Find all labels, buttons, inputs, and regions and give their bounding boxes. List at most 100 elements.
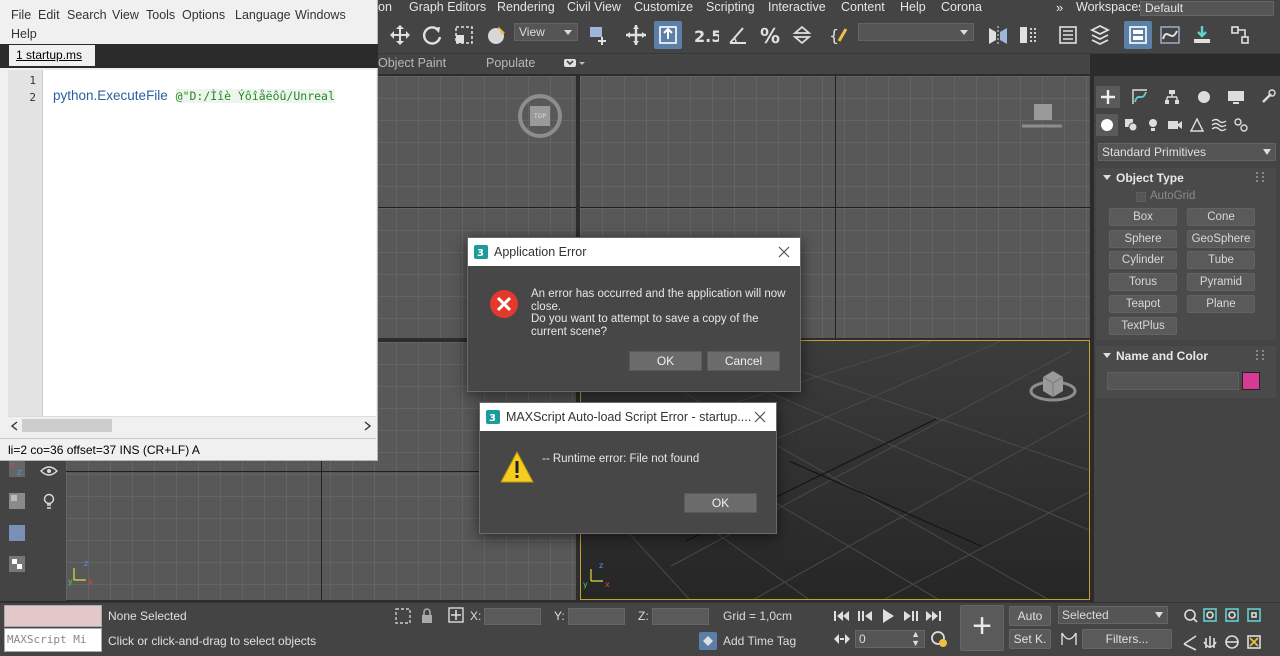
pan-view-icon[interactable] xyxy=(1203,636,1217,648)
percent-snap-icon[interactable]: % xyxy=(756,21,784,49)
maxscript-listener-mini-output[interactable] xyxy=(4,605,102,627)
keyboard-shortcut-override-icon[interactable] xyxy=(654,21,682,49)
zoom-extents-all-icon[interactable] xyxy=(1247,608,1261,622)
field-of-view-icon[interactable] xyxy=(1183,635,1197,651)
x-coordinate-field[interactable] xyxy=(484,608,541,625)
tab-startup-ms[interactable]: 1 startup.ms xyxy=(9,45,95,66)
close-icon[interactable] xyxy=(774,242,794,262)
maximize-viewport-icon[interactable] xyxy=(1247,635,1261,649)
curve-editor-icon[interactable] xyxy=(1156,21,1184,49)
spinner-snap-icon[interactable] xyxy=(788,21,816,49)
pyramid-button[interactable]: Pyramid xyxy=(1187,273,1255,291)
xyz-icon[interactable]: XZ xyxy=(9,461,25,477)
rollout-grip-icon[interactable] xyxy=(1256,172,1264,182)
scroll-left-icon[interactable] xyxy=(10,421,18,431)
lightbulb-icon[interactable] xyxy=(42,493,56,511)
editor-menu-tools[interactable]: Tools xyxy=(146,8,175,22)
create-tab-icon[interactable] xyxy=(1096,86,1120,108)
rollout-grip-icon[interactable] xyxy=(1256,350,1264,360)
ok-button[interactable]: OK xyxy=(684,493,757,513)
horizontal-scrollbar[interactable] xyxy=(8,416,376,434)
object-name-field[interactable] xyxy=(1107,372,1239,390)
move-icon[interactable] xyxy=(386,21,414,49)
time-tag-icon[interactable] xyxy=(698,631,718,651)
scene-explorer-icon[interactable] xyxy=(1054,21,1082,49)
angle-snap-icon[interactable] xyxy=(724,21,752,49)
reference-coordinate-dropdown[interactable]: View xyxy=(514,23,578,41)
object-color-swatch[interactable] xyxy=(1242,372,1260,390)
zoom-icon[interactable] xyxy=(1184,609,1198,623)
box-button[interactable]: Box xyxy=(1109,208,1177,226)
absolute-mode-icon[interactable] xyxy=(448,607,464,623)
viewcube-perspective[interactable] xyxy=(1029,361,1079,405)
viewcube-top[interactable]: TOP xyxy=(514,90,566,142)
menu-item-content[interactable]: Content xyxy=(841,0,885,18)
select-place-icon[interactable] xyxy=(482,21,510,49)
geosphere-button[interactable]: GeoSphere xyxy=(1187,230,1255,248)
editor-menu-windows[interactable]: Windows xyxy=(295,8,346,22)
add-time-tag-link[interactable]: Add Time Tag xyxy=(723,634,796,648)
go-to-end-icon[interactable] xyxy=(926,611,941,621)
viewcube-front[interactable] xyxy=(1022,100,1062,130)
selection-lock-icon[interactable] xyxy=(420,607,434,625)
schematic-view-icon[interactable] xyxy=(1188,21,1216,49)
name-and-color-rollout-title[interactable]: Name and Color xyxy=(1096,346,1276,366)
cone-button[interactable]: Cone xyxy=(1187,208,1255,226)
eye-icon[interactable] xyxy=(40,465,58,477)
auto-key-button[interactable]: Auto xyxy=(1009,606,1051,626)
cameras-icon[interactable] xyxy=(1164,114,1186,136)
material-editor-icon[interactable] xyxy=(1226,21,1254,49)
z-coordinate-field[interactable] xyxy=(652,608,709,625)
modify-tab-icon[interactable] xyxy=(1128,86,1152,108)
teapot-button[interactable]: Teapot xyxy=(1109,295,1177,313)
rotate-icon[interactable] xyxy=(418,21,446,49)
set-key-plus-button[interactable]: + xyxy=(960,605,1004,651)
zoom-all-icon[interactable] xyxy=(1203,608,1217,622)
y-coordinate-field[interactable] xyxy=(568,608,625,625)
code-editor[interactable]: python.ExecuteFile @"D:/Ìîè Ýôîåëôû/Unre… xyxy=(42,70,376,416)
sphere-button[interactable]: Sphere xyxy=(1109,230,1177,248)
lights-icon[interactable] xyxy=(1142,114,1164,136)
go-to-start-icon[interactable] xyxy=(834,611,849,621)
snaps-toggle-icon[interactable]: 2.5 xyxy=(692,21,720,49)
autogrid-checkbox[interactable] xyxy=(1136,192,1146,202)
menu-item-corona[interactable]: Corona xyxy=(941,0,982,18)
orbit-icon[interactable] xyxy=(1225,635,1239,649)
hierarchy-tab-icon[interactable] xyxy=(1160,86,1184,108)
isolate-selection-icon[interactable] xyxy=(394,607,412,625)
align-icon[interactable] xyxy=(1014,21,1042,49)
zoom-extents-icon[interactable] xyxy=(1225,608,1239,622)
overflow-chevron-icon[interactable]: » xyxy=(1056,0,1063,18)
menu-item-scripting[interactable]: Scripting xyxy=(706,0,755,18)
select-and-manipulate-icon[interactable] xyxy=(622,21,650,49)
systems-icon[interactable] xyxy=(1230,114,1252,136)
previous-frame-icon[interactable] xyxy=(858,611,872,621)
menu-item-animation[interactable]: on xyxy=(378,0,392,18)
time-configuration-icon[interactable] xyxy=(930,630,948,648)
workspace-dropdown[interactable]: Default xyxy=(1140,1,1274,16)
ribbon-options-icon[interactable] xyxy=(564,58,586,70)
helpers-icon[interactable] xyxy=(1186,114,1208,136)
cancel-button[interactable]: Cancel xyxy=(707,351,780,371)
layer-explorer-icon[interactable] xyxy=(1086,21,1114,49)
editor-menu-view[interactable]: View xyxy=(112,8,139,22)
grid-view-icon[interactable] xyxy=(9,525,25,541)
editor-menu-search[interactable]: Search xyxy=(67,8,107,22)
viewport-thumbnail-icon[interactable] xyxy=(9,493,25,509)
menu-item-interactive[interactable]: Interactive xyxy=(768,0,826,18)
utilities-tab-icon[interactable] xyxy=(1256,86,1280,108)
tube-button[interactable]: Tube xyxy=(1187,251,1255,269)
torus-button[interactable]: Torus xyxy=(1109,273,1177,291)
scale-icon[interactable] xyxy=(450,21,478,49)
cylinder-button[interactable]: Cylinder xyxy=(1109,251,1177,269)
named-selection-set-dropdown[interactable] xyxy=(858,23,974,41)
editor-menu-edit[interactable]: Edit xyxy=(38,8,60,22)
editor-menu-options[interactable]: Options xyxy=(182,8,225,22)
space-warps-icon[interactable] xyxy=(1208,114,1230,136)
key-filters-button[interactable]: Filters... xyxy=(1082,629,1172,649)
key-tangent-icon[interactable] xyxy=(1060,631,1078,647)
scrollbar-thumb[interactable] xyxy=(22,419,112,432)
next-frame-icon[interactable] xyxy=(904,611,918,621)
shapes-icon[interactable] xyxy=(1120,114,1142,136)
play-icon[interactable] xyxy=(883,609,894,623)
